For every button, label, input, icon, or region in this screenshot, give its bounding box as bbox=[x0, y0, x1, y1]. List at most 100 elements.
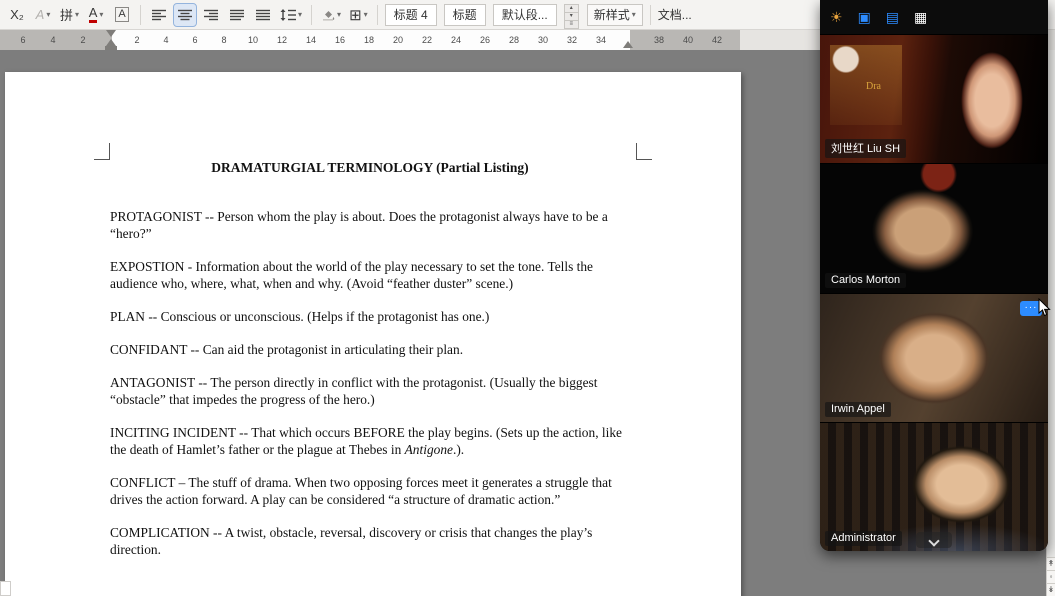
right-indent-marker[interactable] bbox=[623, 36, 633, 48]
ruler-number: 14 bbox=[303, 35, 319, 45]
style-gallery-item-1[interactable]: 标题 4 bbox=[385, 4, 437, 26]
font-color-button[interactable]: A▾ bbox=[85, 4, 107, 26]
ruler-number: 18 bbox=[361, 35, 377, 45]
panel-logo-icon[interactable]: ☀ bbox=[830, 10, 843, 24]
ruler-number: 10 bbox=[245, 35, 261, 45]
align-left-icon bbox=[152, 9, 166, 21]
ruler-number: 6 bbox=[187, 35, 203, 45]
browse-object-icon[interactable]: ◦ bbox=[1047, 570, 1055, 583]
ruler-number: 38 bbox=[651, 35, 667, 45]
chevron-down-icon: ▾ bbox=[337, 10, 341, 19]
ruler-number: 24 bbox=[448, 35, 464, 45]
style-gallery-scroll: ▴ ▾ ≡ bbox=[564, 4, 579, 26]
ruler-number: 16 bbox=[332, 35, 348, 45]
participant-name: Administrator bbox=[825, 531, 902, 546]
panel-topbar: ☀ ▣ ▤ ▦ bbox=[820, 0, 1048, 34]
ruler[interactable]: 642246810121416182022242628303234384042 bbox=[0, 30, 740, 50]
justify-icon bbox=[230, 9, 244, 21]
borders-button[interactable]: ⊞▾ bbox=[347, 4, 370, 26]
font-color-icon: A bbox=[89, 6, 98, 23]
collapse-panel-button[interactable] bbox=[916, 532, 952, 548]
phonetic-guide-button[interactable]: 拼▾ bbox=[58, 4, 81, 26]
line-spacing-icon bbox=[280, 9, 296, 21]
browse-buttons: ↟◦↡ bbox=[1047, 557, 1055, 596]
ruler-number: 8 bbox=[216, 35, 232, 45]
participant-tile[interactable]: Dra 刘世红 Liu SH bbox=[820, 34, 1048, 163]
document-paragraph: INCITING INCIDENT -- That which occurs B… bbox=[110, 424, 630, 458]
chevron-down-icon: ▾ bbox=[99, 10, 103, 19]
participant-tile[interactable]: Carlos Morton bbox=[820, 163, 1048, 292]
subscript-button[interactable]: X₂ bbox=[6, 4, 28, 26]
document-tools-label[interactable]: 文档... bbox=[658, 6, 692, 23]
borders-icon: ⊞ bbox=[349, 6, 362, 24]
ruler-number: 32 bbox=[564, 35, 580, 45]
margin-crop-mark-right bbox=[636, 143, 652, 160]
phonetic-icon: 拼 bbox=[60, 5, 73, 24]
document-paragraph: COMPLICATION -- A twist, obstacle, rever… bbox=[110, 524, 630, 558]
font-icon: A bbox=[36, 7, 45, 22]
speaker-view-icon[interactable]: ▣ bbox=[858, 10, 871, 24]
browse-previous-icon[interactable]: ↟ bbox=[1047, 557, 1055, 570]
ruler-number: 40 bbox=[680, 35, 696, 45]
grid-view-icon[interactable]: ▦ bbox=[914, 10, 927, 24]
ruler-number: 2 bbox=[75, 35, 91, 45]
ruler-number: 30 bbox=[535, 35, 551, 45]
toolbar-separator bbox=[377, 5, 378, 25]
slide-overlay-text: Dra bbox=[866, 81, 881, 92]
toolbar-separator bbox=[140, 5, 141, 25]
document-page[interactable]: DRAMATURGIAL TERMINOLOGY (Partial Listin… bbox=[5, 72, 741, 596]
document-paragraph: PLAN -- Conscious or unconscious. (Helps… bbox=[110, 308, 630, 325]
new-style-label: 新样式 bbox=[594, 6, 630, 23]
document-title: DRAMATURGIAL TERMINOLOGY (Partial Listin… bbox=[110, 160, 630, 176]
align-center-button[interactable] bbox=[174, 4, 196, 26]
toolbar-separator bbox=[650, 5, 651, 25]
ruler-number: 42 bbox=[709, 35, 725, 45]
chevron-down-icon: ▾ bbox=[632, 10, 636, 19]
line-spacing-button[interactable]: ▾ bbox=[278, 4, 304, 26]
document-paragraph: CONFLICT – The stuff of drama. When two … bbox=[110, 474, 630, 508]
video-conference-panel: ☀ ▣ ▤ ▦ Dra 刘世红 Liu SH Carlos Morton Irwin App… bbox=[820, 0, 1048, 551]
style-gallery-item-3[interactable]: 默认段... bbox=[493, 4, 557, 26]
ruler-number: 4 bbox=[45, 35, 61, 45]
participant-name: Irwin Appel bbox=[825, 402, 891, 417]
gallery-more-icon[interactable]: ≡ bbox=[564, 21, 579, 29]
document-paragraph: CONFIDANT -- Can aid the protagonist in … bbox=[110, 341, 630, 358]
gallery-scroll-down-icon[interactable]: ▾ bbox=[564, 13, 579, 21]
justify-button[interactable] bbox=[226, 4, 248, 26]
gallery-view-icon[interactable]: ▤ bbox=[886, 10, 899, 24]
style-gallery-item-2[interactable]: 标题 bbox=[444, 4, 486, 26]
align-center-icon bbox=[178, 9, 192, 21]
left-indent-marker[interactable] bbox=[105, 46, 117, 50]
ruler-number: 20 bbox=[390, 35, 406, 45]
clear-format-button[interactable]: A▾ bbox=[32, 4, 54, 26]
ruler-number: 26 bbox=[477, 35, 493, 45]
chevron-down-icon: ▾ bbox=[46, 10, 50, 19]
document-paragraph: EXPOSTION - Information about the world … bbox=[110, 258, 630, 292]
toolbar-separator bbox=[311, 5, 312, 25]
align-right-icon bbox=[204, 9, 218, 21]
gallery-scroll-up-icon[interactable]: ▴ bbox=[564, 4, 579, 13]
distribute-button[interactable] bbox=[252, 4, 274, 26]
chevron-down-icon: ▾ bbox=[298, 10, 302, 19]
character-border-button[interactable]: A bbox=[111, 4, 133, 26]
participant-name: 刘世红 Liu SH bbox=[825, 139, 906, 158]
hanging-indent-marker[interactable] bbox=[106, 34, 116, 46]
shading-button[interactable]: ▾ bbox=[319, 4, 343, 26]
ruler-number: 2 bbox=[129, 35, 145, 45]
ruler-number: 22 bbox=[419, 35, 435, 45]
document-body: PROTAGONIST -- Person whom the play is a… bbox=[110, 208, 630, 558]
participant-tile[interactable]: Irwin Appel··· bbox=[820, 293, 1048, 422]
mouse-cursor bbox=[1038, 298, 1051, 317]
participant-name: Carlos Morton bbox=[825, 273, 906, 288]
shading-bucket-icon bbox=[321, 8, 335, 21]
align-right-button[interactable] bbox=[200, 4, 222, 26]
align-left-button[interactable] bbox=[148, 4, 170, 26]
subscript-icon: X₂ bbox=[10, 7, 24, 22]
video-tiles: Dra 刘世红 Liu SH Carlos Morton Irwin Appel···… bbox=[820, 34, 1048, 551]
new-style-button[interactable]: 新样式▾ bbox=[587, 4, 643, 26]
chevron-down-icon: ▾ bbox=[75, 10, 79, 19]
character-border-icon: A bbox=[115, 7, 128, 22]
horizontal-scroll-stub[interactable] bbox=[0, 581, 11, 596]
document-paragraph: ANTAGONIST -- The person directly in con… bbox=[110, 374, 630, 408]
browse-next-icon[interactable]: ↡ bbox=[1047, 583, 1055, 596]
